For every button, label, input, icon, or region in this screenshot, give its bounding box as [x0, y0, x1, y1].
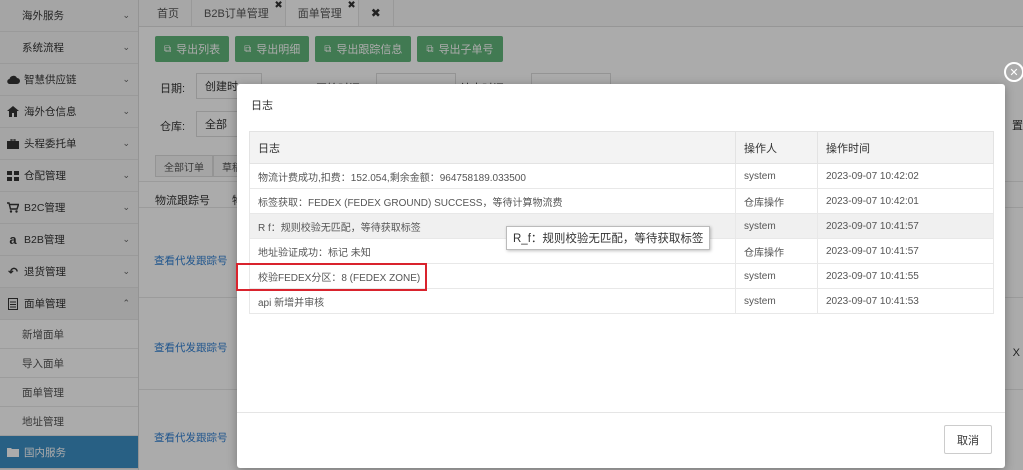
- time-cell: 2023-09-07 10:41:53: [817, 288, 994, 314]
- operator-cell: system: [735, 288, 818, 314]
- tooltip: R_f：规则校验无匹配，等待获取标签: [506, 226, 711, 250]
- cancel-button[interactable]: 取消: [944, 425, 992, 454]
- log-cell: 物流计费成功,扣费：152.054,剩余金额：964758189.033500: [249, 163, 736, 189]
- table-row: api 新增并审核 system 2023-09-07 10:41:53: [249, 288, 994, 314]
- table-header-row: 日志 操作人 操作时间: [249, 131, 994, 164]
- operator-cell: 仓库操作: [735, 188, 818, 214]
- column-header-time: 操作时间: [817, 131, 994, 164]
- operator-cell: system: [735, 263, 818, 289]
- table-row: 标签获取：FEDEX (FEDEX GROUND) SUCCESS，等待计算物流…: [249, 188, 994, 214]
- highlight-annotation: [236, 263, 427, 291]
- operator-cell: system: [735, 163, 818, 189]
- column-header-operator: 操作人: [735, 131, 818, 164]
- time-cell: 2023-09-07 10:41:57: [817, 238, 994, 264]
- time-cell: 2023-09-07 10:42:01: [817, 188, 994, 214]
- operator-cell: 仓库操作: [735, 238, 818, 264]
- log-cell: api 新增并审核: [249, 288, 736, 314]
- log-cell: 标签获取：FEDEX (FEDEX GROUND) SUCCESS，等待计算物流…: [249, 188, 736, 214]
- operator-cell: system: [735, 213, 818, 239]
- time-cell: 2023-09-07 10:41:57: [817, 213, 994, 239]
- column-header-log: 日志: [249, 131, 736, 164]
- table-row: 物流计费成功,扣费：152.054,剩余金额：964758189.033500 …: [249, 163, 994, 189]
- dialog-title: 日志: [251, 100, 273, 112]
- close-icon[interactable]: ✕: [1004, 62, 1023, 82]
- time-cell: 2023-09-07 10:42:02: [817, 163, 994, 189]
- time-cell: 2023-09-07 10:41:55: [817, 263, 994, 289]
- divider: [237, 412, 1005, 413]
